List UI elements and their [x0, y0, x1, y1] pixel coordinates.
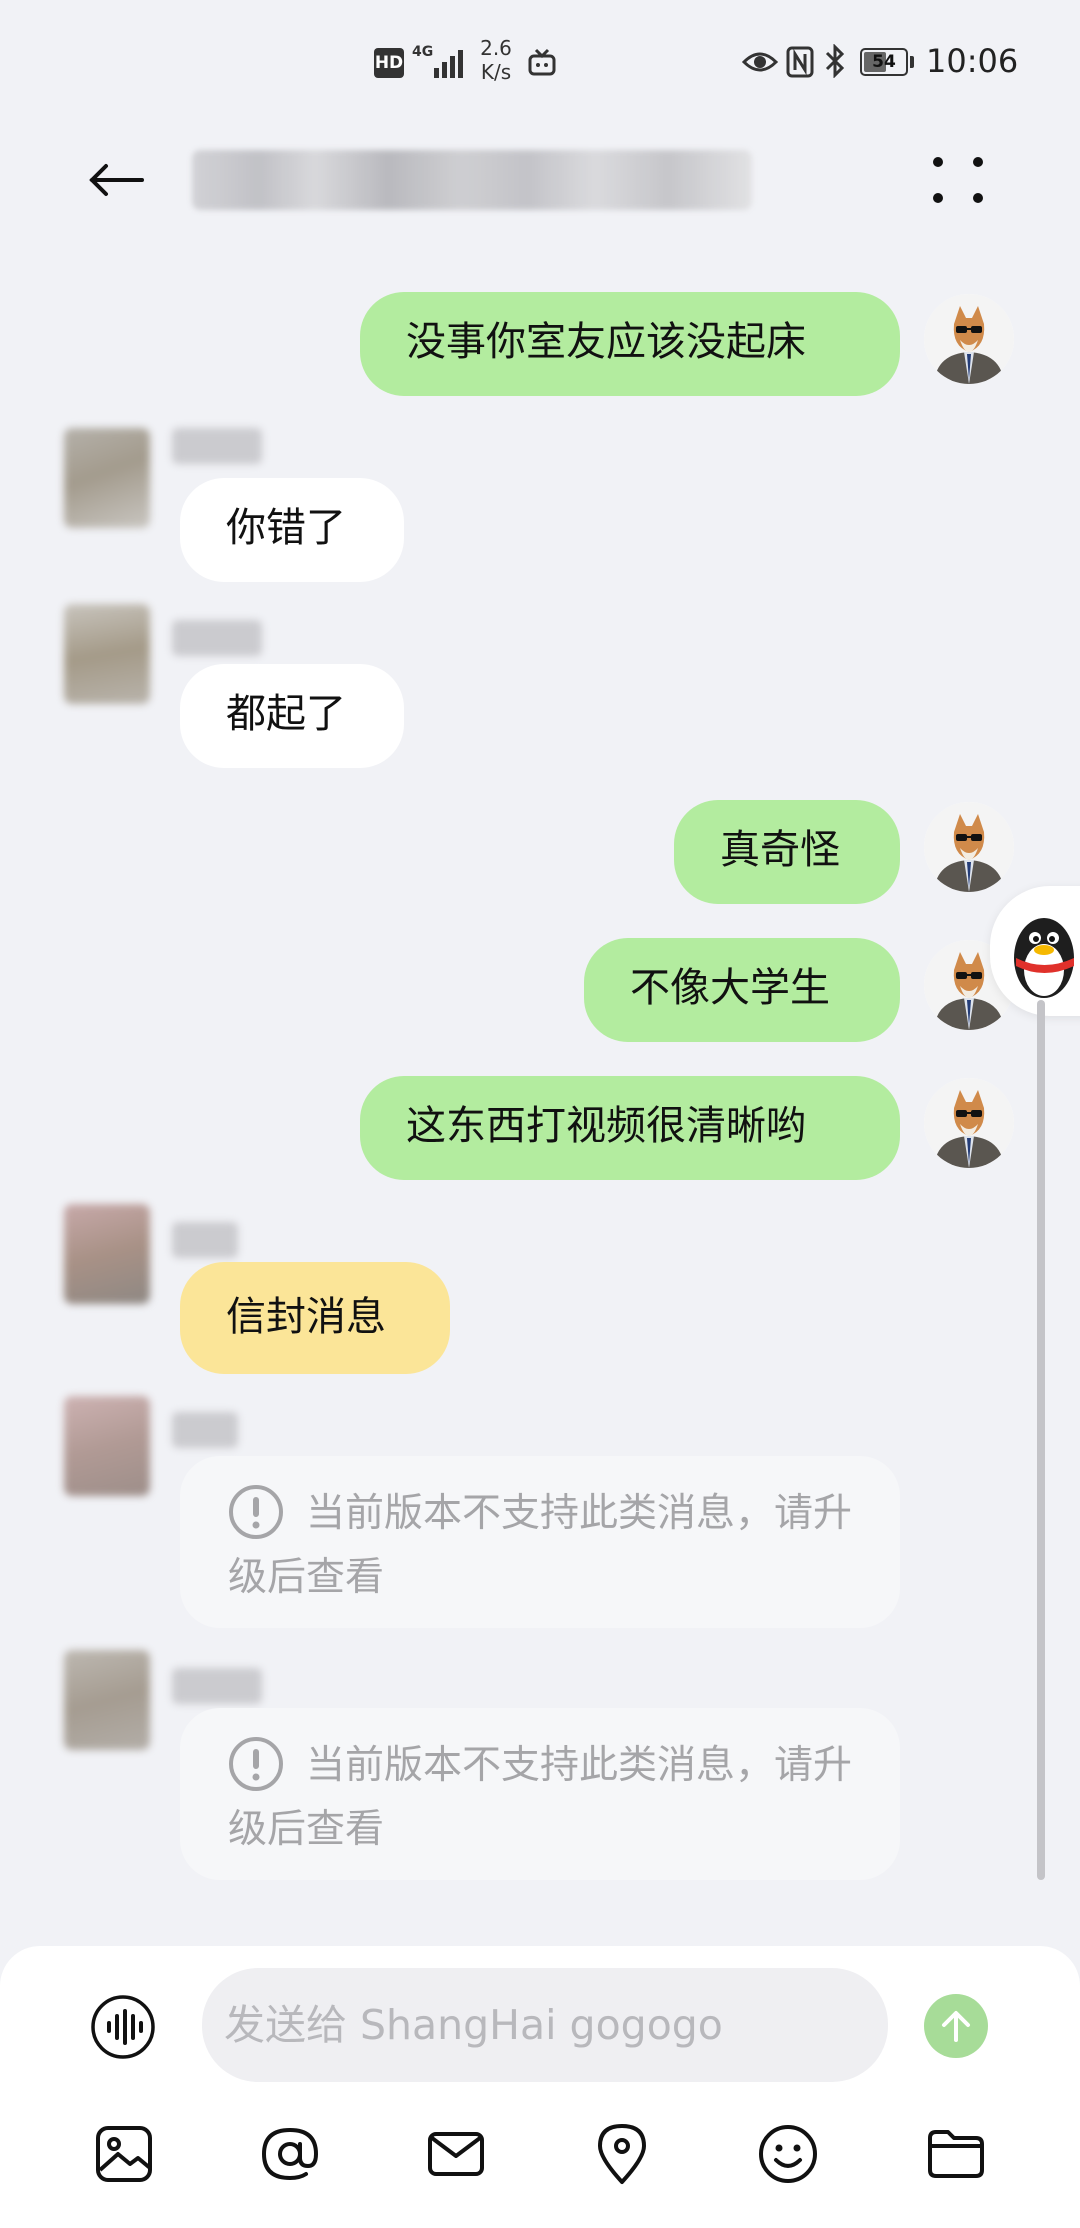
avatar[interactable] [64, 1396, 150, 1496]
nfc-icon [786, 46, 814, 78]
avatar[interactable] [64, 1650, 150, 1750]
network-type: 4G [412, 44, 434, 60]
voice-icon[interactable] [90, 1994, 156, 2060]
unsupported-message-text: 当前版本不支持此类消息，请升级后查看 [228, 1743, 853, 1852]
battery-icon: 54 [860, 48, 908, 76]
sender-name [172, 428, 262, 464]
status-bar: HD 4G 2.6 K/s 54 10:06 [0, 0, 1080, 125]
qq-float-button[interactable] [990, 886, 1080, 1016]
emoji-icon[interactable] [756, 2122, 820, 2186]
scrollbar[interactable] [1037, 1000, 1045, 1880]
back-icon[interactable] [84, 150, 154, 210]
message-bubble-incoming[interactable]: 都起了 [180, 664, 404, 768]
avatar[interactable] [924, 802, 1014, 892]
sender-name [172, 1668, 262, 1704]
send-button[interactable] [924, 1994, 988, 2058]
folder-icon[interactable] [924, 2122, 988, 2186]
message-bubble-outgoing[interactable]: 没事你室友应该没起床 [360, 292, 900, 396]
status-time: 10:06 [926, 42, 1019, 80]
image-icon[interactable] [92, 2122, 156, 2186]
hd-icon: HD [374, 48, 404, 78]
more-icon[interactable] [928, 152, 988, 208]
message-bubble-outgoing[interactable]: 真奇怪 [674, 800, 900, 904]
signal-icon [434, 50, 463, 78]
unsupported-message-bubble[interactable]: 当前版本不支持此类消息，请升级后查看 [180, 1708, 900, 1880]
unsupported-message-text: 当前版本不支持此类消息，请升级后查看 [228, 1491, 853, 1600]
message-input[interactable] [202, 1968, 888, 2082]
avatar[interactable] [924, 1078, 1014, 1168]
chat-title [192, 150, 752, 210]
sender-name [172, 1222, 238, 1258]
avatar[interactable] [64, 428, 150, 528]
envelope-message-bubble[interactable]: 信封消息 [180, 1262, 450, 1374]
bluetooth-icon [825, 44, 845, 78]
network-speed: 2.6 K/s [480, 36, 512, 84]
arrow-up-icon [942, 2011, 970, 2042]
avatar[interactable] [924, 294, 1014, 384]
sender-name [172, 1412, 238, 1448]
battery-tip [910, 56, 914, 68]
avatar[interactable] [64, 1204, 150, 1304]
envelope-icon[interactable] [424, 2122, 488, 2186]
eye-icon [742, 52, 778, 72]
sender-name [172, 620, 262, 656]
message-bubble-outgoing[interactable]: 不像大学生 [584, 938, 900, 1042]
unsupported-message-bubble[interactable]: 当前版本不支持此类消息，请升级后查看 [180, 1456, 900, 1628]
avatar[interactable] [64, 604, 150, 704]
message-bubble-incoming[interactable]: 你错了 [180, 478, 404, 582]
location-icon[interactable] [590, 2122, 654, 2186]
tv-icon [528, 48, 556, 76]
at-icon[interactable] [258, 2122, 322, 2186]
message-bubble-outgoing[interactable]: 这东西打视频很清晰哟 [360, 1076, 900, 1180]
penguin-icon [1014, 918, 1074, 998]
